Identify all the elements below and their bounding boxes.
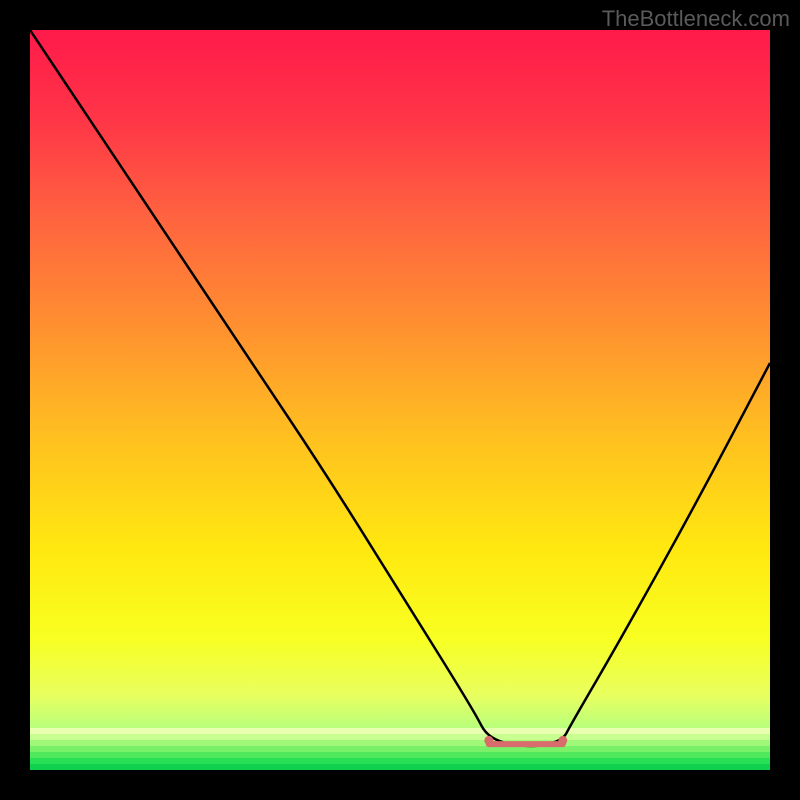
watermark-text: TheBottleneck.com [602, 6, 790, 32]
bottleneck-curve [30, 30, 770, 746]
left-marker-icon [484, 736, 493, 745]
right-marker-icon [558, 736, 567, 745]
curve-svg [30, 30, 770, 770]
chart-area [30, 30, 770, 770]
